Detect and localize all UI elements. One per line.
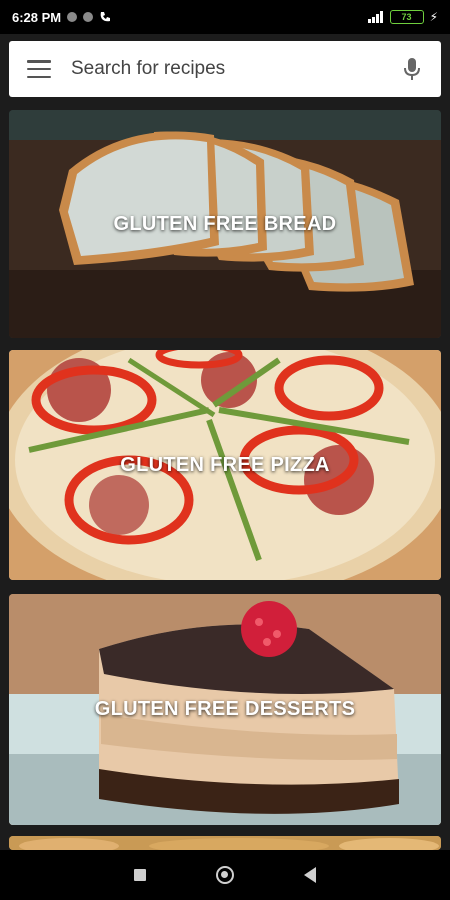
card-title: GLUTEN FREE BREAD: [113, 212, 337, 235]
status-right: 73 ⚡: [367, 10, 438, 24]
home-circle-icon[interactable]: [216, 866, 234, 884]
phone-notification-icon: [100, 12, 111, 22]
battery-icon: 73: [389, 10, 424, 24]
partial-photo: [9, 836, 441, 850]
microphone-icon[interactable]: [401, 56, 423, 82]
battery-level: 73: [401, 11, 412, 22]
notification-icon: [67, 12, 78, 22]
recipe-card-pizza[interactable]: GLUTEN FREE PIZZA: [9, 350, 441, 580]
card-title: GLUTEN FREE DESSERTS: [94, 698, 356, 720]
search-bar[interactable]: Search for recipes: [9, 41, 441, 97]
status-time: 6:28 PM: [12, 9, 62, 25]
card-title: GLUTEN FREE PIZZA: [120, 453, 330, 476]
recipe-card-bread[interactable]: GLUTEN FREE BREAD: [9, 110, 441, 338]
recipe-card-desserts[interactable]: GLUTEN FREE DESSERTS: [9, 594, 441, 825]
hamburger-menu-icon[interactable]: [27, 60, 51, 78]
status-bar: 6:28 PM 73 ⚡: [0, 0, 450, 34]
charging-icon: ⚡: [429, 10, 438, 24]
system-nav-bar: [0, 850, 450, 900]
recipe-card-partial[interactable]: [9, 836, 441, 850]
search-input[interactable]: Search for recipes: [71, 58, 401, 80]
back-triangle-icon[interactable]: [304, 867, 316, 883]
recents-square-icon[interactable]: [134, 869, 146, 881]
notification-icon: [83, 12, 94, 22]
signal-icon: [367, 11, 383, 23]
status-left: 6:28 PM: [12, 10, 111, 25]
